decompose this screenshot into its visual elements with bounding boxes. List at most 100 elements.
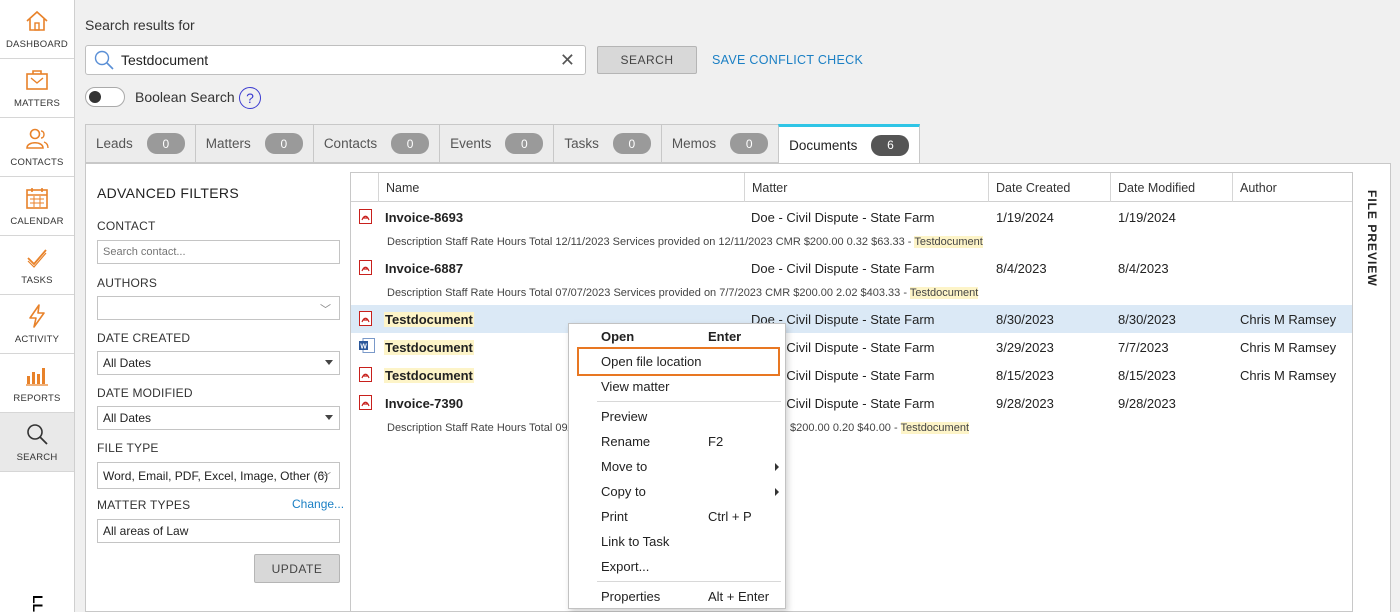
nav-activity[interactable]: ACTIVITY xyxy=(0,295,74,354)
tab-events-count: 0 xyxy=(505,133,544,154)
tab-events[interactable]: Events 0 xyxy=(439,124,554,163)
home-icon xyxy=(26,10,48,31)
column-date-created[interactable]: Date Created xyxy=(988,173,1110,202)
menu-preview[interactable]: Preview xyxy=(569,405,785,429)
tab-contacts[interactable]: Contacts 0 xyxy=(312,124,440,163)
table-row[interactable]: Testdocument Doe - Civil Dispute - State… xyxy=(351,361,1354,389)
file-preview-panel[interactable]: FILE PREVIEW xyxy=(1352,172,1390,612)
document-created: 9/28/2023 xyxy=(996,396,1054,411)
nav-search[interactable]: SEARCH xyxy=(0,413,74,472)
tab-contacts-label: Contacts xyxy=(323,136,378,151)
nav-calendar[interactable]: CALENDAR xyxy=(0,177,74,236)
tab-leads[interactable]: Leads 0 xyxy=(85,124,195,163)
menu-label: View matter xyxy=(601,379,670,394)
nav-contacts[interactable]: CONTACTS xyxy=(0,118,74,177)
tab-events-label: Events xyxy=(450,136,492,151)
table-row[interactable]: Invoice-7390 Doe - Civil Dispute - State… xyxy=(351,389,1354,440)
column-date-modified[interactable]: Date Modified xyxy=(1110,173,1232,202)
authors-select[interactable]: ﹀ xyxy=(97,296,340,320)
menu-link-to-task[interactable]: Link to Task xyxy=(569,530,785,554)
matter-types-field[interactable]: All areas of Law xyxy=(97,519,340,543)
column-name[interactable]: Name xyxy=(378,173,745,202)
document-name[interactable]: Invoice-7390 xyxy=(385,396,463,411)
search-button[interactable]: SEARCH xyxy=(597,46,697,74)
contact-search-input[interactable] xyxy=(97,240,340,264)
document-name[interactable]: Testdocument xyxy=(384,368,474,383)
checkmark-icon xyxy=(27,249,47,268)
menu-label: Open file location xyxy=(601,354,702,369)
file-type-value: Word, Email, PDF, Excel, Image, Other (6… xyxy=(103,468,329,483)
svg-text:W: W xyxy=(360,344,367,351)
submenu-arrow-icon xyxy=(775,463,779,471)
document-name[interactable]: Testdocument xyxy=(384,312,474,327)
menu-shortcut: Ctrl + P xyxy=(708,509,752,524)
boolean-search-toggle[interactable] xyxy=(85,87,125,107)
nav-reports[interactable]: REPORTS xyxy=(0,354,74,413)
lightning-icon xyxy=(29,304,45,328)
search-heading: Search results for xyxy=(85,17,195,33)
file-type-select[interactable]: Word, Email, PDF, Excel, Image, Other (6… xyxy=(97,462,340,489)
date-created-select[interactable]: All Dates xyxy=(97,351,340,375)
tab-leads-label: Leads xyxy=(96,136,133,151)
menu-open[interactable]: Open Enter xyxy=(569,325,785,349)
contact-label: CONTACT xyxy=(97,219,156,233)
context-menu: Open Enter Open file location View matter… xyxy=(568,323,786,609)
clear-search-icon[interactable]: ✕ xyxy=(560,50,575,71)
menu-separator xyxy=(597,581,781,582)
menu-export[interactable]: Export... xyxy=(569,555,785,579)
document-name[interactable]: Testdocument xyxy=(384,340,474,355)
authors-label: AUTHORS xyxy=(97,276,158,290)
tab-memos[interactable]: Memos 0 xyxy=(660,124,779,163)
menu-copy-to[interactable]: Copy to xyxy=(569,480,785,504)
menu-print[interactable]: Print Ctrl + P xyxy=(569,505,785,529)
change-matter-types-link[interactable]: Change... xyxy=(292,497,344,511)
pdf-icon xyxy=(359,209,372,224)
search-icon xyxy=(94,50,114,70)
table-row-selected[interactable]: Testdocument Doe - Civil Dispute - State… xyxy=(351,305,1354,333)
update-button[interactable]: UPDATE xyxy=(254,554,340,583)
table-row[interactable]: Invoice-6887 Doe - Civil Dispute - State… xyxy=(351,254,1354,305)
save-conflict-check-link[interactable]: SAVE CONFLICT CHECK xyxy=(712,53,863,67)
submenu-arrow-icon xyxy=(775,488,779,496)
search-input[interactable] xyxy=(121,52,541,68)
pdf-icon xyxy=(359,311,372,326)
nav-dashboard[interactable]: DASHBOARD xyxy=(0,0,74,59)
date-modified-select[interactable]: All Dates xyxy=(97,406,340,430)
tab-tasks-label: Tasks xyxy=(564,136,599,151)
tab-documents[interactable]: Documents 6 xyxy=(778,124,921,164)
document-name[interactable]: Invoice-8693 xyxy=(385,210,463,225)
tab-documents-count: 6 xyxy=(871,134,910,156)
nav-tasks[interactable]: TASKS xyxy=(0,236,74,295)
nav-reports-label: REPORTS xyxy=(13,393,61,404)
word-icon: W xyxy=(359,338,375,353)
nav-matters[interactable]: MATTERS xyxy=(0,59,74,118)
help-icon[interactable]: ? xyxy=(239,87,261,109)
table-row[interactable]: Invoice-8693 Doe - Civil Dispute - State… xyxy=(351,203,1354,254)
menu-label: Open xyxy=(601,329,635,344)
tab-matters-label: Matters xyxy=(205,136,251,151)
nav-dashboard-label: DASHBOARD xyxy=(6,39,68,50)
tab-documents-label: Documents xyxy=(789,137,858,153)
menu-properties[interactable]: Properties Alt + Enter xyxy=(569,585,785,609)
document-name[interactable]: Invoice-6887 xyxy=(385,261,463,276)
results-table: Name Matter Date Created Date Modified A… xyxy=(350,172,1354,612)
table-row[interactable]: W Testdocument Doe - Civil Dispute - Sta… xyxy=(351,333,1354,361)
column-author[interactable]: Author xyxy=(1232,173,1355,202)
document-author: Chris M Ramsey xyxy=(1240,312,1337,327)
menu-shortcut: F2 xyxy=(708,434,724,449)
column-matter[interactable]: Matter xyxy=(744,173,994,202)
menu-move-to[interactable]: Move to xyxy=(569,455,785,479)
matter-types-label: MATTER TYPES xyxy=(97,498,191,512)
menu-view-matter[interactable]: View matter xyxy=(569,375,785,399)
tab-matters[interactable]: Matters 0 xyxy=(194,124,313,163)
chevron-down-icon: ﹀ xyxy=(320,304,331,316)
menu-open-file-location[interactable]: Open file location xyxy=(569,350,785,374)
nav-calendar-label: CALENDAR xyxy=(10,216,64,227)
tab-memos-label: Memos xyxy=(671,136,717,151)
tab-tasks-count: 0 xyxy=(612,133,651,154)
tab-tasks[interactable]: Tasks 0 xyxy=(553,124,661,163)
document-author: Chris M Ramsey xyxy=(1240,368,1337,383)
document-matter: Doe - Civil Dispute - State Farm xyxy=(751,261,935,276)
menu-rename[interactable]: Rename F2 xyxy=(569,430,785,454)
document-created: 3/29/2023 xyxy=(996,340,1054,355)
